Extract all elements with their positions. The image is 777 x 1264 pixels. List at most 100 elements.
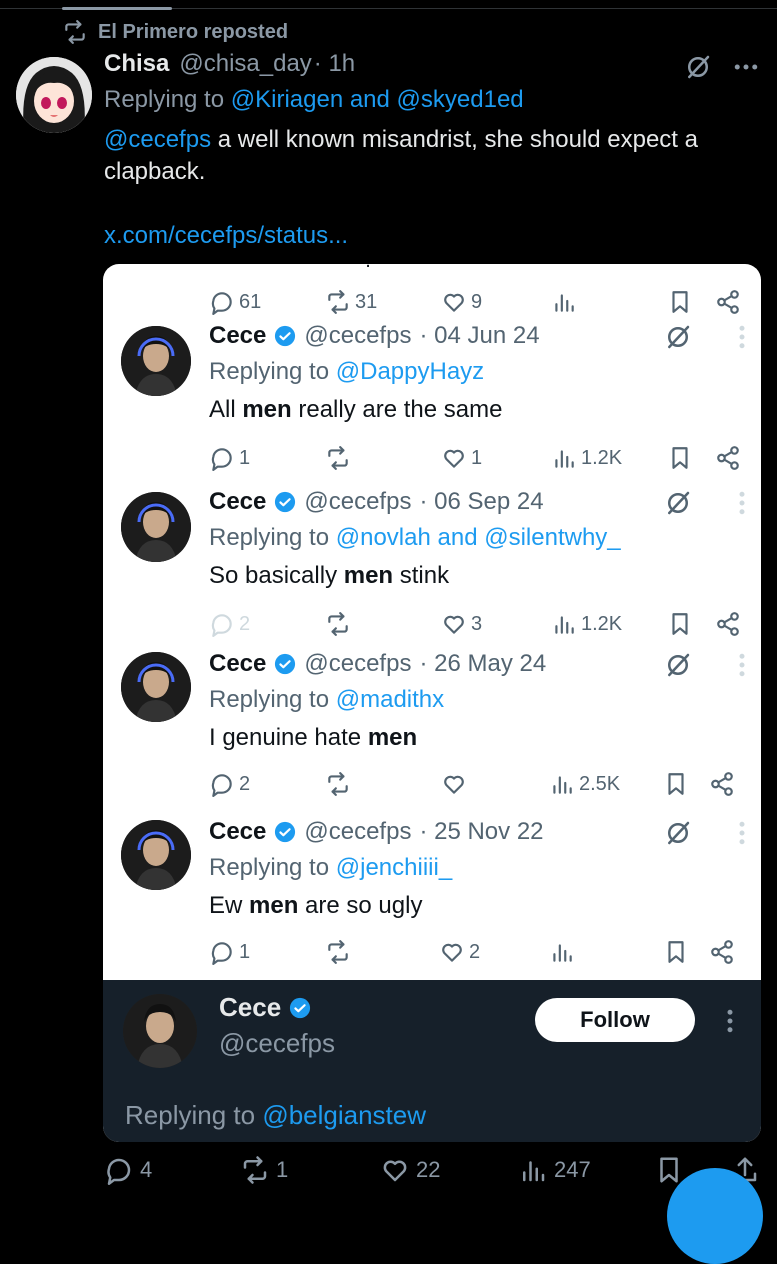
repost-button[interactable] (325, 442, 351, 474)
bookmark-button[interactable] (667, 608, 693, 640)
more-icon[interactable] (731, 52, 761, 82)
cut-off-text: - . (353, 264, 371, 273)
compose-fab[interactable] (667, 1168, 763, 1264)
profile-photo (121, 326, 191, 396)
repost-button[interactable]: 1 (240, 1152, 288, 1188)
verified-icon (275, 325, 296, 347)
grok-icon[interactable] (683, 52, 713, 82)
share-button[interactable] (715, 608, 741, 640)
like-button[interactable]: 9 (441, 286, 482, 318)
repost-button[interactable] (325, 768, 351, 800)
like-button[interactable]: 1 (441, 442, 482, 474)
repost-button[interactable]: 31 (325, 286, 377, 318)
views-button[interactable]: 247 (518, 1152, 591, 1188)
tweet-link[interactable]: x.com/cecefps/status... (104, 222, 348, 250)
reply-button[interactable]: 1 (209, 442, 250, 474)
views-button[interactable]: 1.2K (551, 442, 622, 474)
mention-link[interactable]: @cecefps (104, 126, 211, 153)
share-button[interactable] (715, 286, 741, 318)
top-divider (0, 7, 777, 10)
action-row: 1 1 1.2K (103, 442, 761, 474)
tweet-date[interactable]: · 26 May 24 (419, 650, 546, 678)
reply-mentions[interactable]: @Kiriagen and @skyed1ed (231, 86, 524, 113)
grok-icon[interactable] (663, 322, 693, 352)
grok-icon[interactable] (663, 818, 693, 848)
header-actions (683, 52, 761, 82)
author-name[interactable]: Chisa (104, 50, 169, 78)
replying-to: Replying to @belgianstew (125, 1100, 427, 1130)
tweet-text: Ew men are so ugly (209, 892, 423, 919)
more-icon[interactable] (727, 818, 757, 848)
more-icon[interactable] (727, 488, 757, 518)
repost-button[interactable] (325, 936, 351, 968)
reply-button[interactable]: 4 (104, 1152, 152, 1188)
reply-button[interactable]: 61 (209, 286, 261, 318)
repost-button[interactable] (325, 608, 351, 640)
author-name[interactable]: Cece (219, 992, 281, 1023)
reply-button[interactable]: 1 (209, 936, 250, 968)
reply-mention[interactable]: @jenchiiii_ (336, 854, 452, 881)
grok-icon[interactable] (663, 650, 693, 680)
avatar[interactable] (123, 994, 197, 1068)
author-name[interactable]: Cece (209, 818, 266, 846)
avatar[interactable] (121, 652, 191, 722)
reply-mention[interactable]: @madithx (336, 686, 444, 713)
reply-button[interactable]: 2 (209, 768, 250, 800)
reply-mention[interactable]: @novlah and @silentwhy_ (336, 524, 621, 551)
author-handle[interactable]: @cecefps (304, 818, 411, 846)
repost-icon (65, 20, 85, 44)
grok-icon[interactable] (663, 488, 693, 518)
tweet-body: @cecefps a well known misandrist, she sh… (104, 124, 744, 188)
verified-icon (275, 491, 296, 513)
author-name[interactable]: Cece (209, 322, 266, 350)
author-handle[interactable]: @cecefps (219, 1028, 335, 1059)
avatar[interactable] (16, 57, 92, 133)
like-button[interactable]: 2 (439, 936, 480, 968)
follow-button[interactable]: Follow (535, 998, 695, 1042)
share-button[interactable] (709, 936, 735, 968)
avatar[interactable] (121, 492, 191, 562)
like-button[interactable]: 22 (380, 1152, 440, 1188)
embedded-screenshot[interactable]: - . 61 31 9 Cece @cecefps · 04 Jun 24 Re… (103, 264, 761, 1142)
replying-to: Replying to @jenchiiii_ (209, 854, 453, 881)
share-button[interactable] (709, 768, 735, 800)
repost-context[interactable]: El Primero reposted (62, 18, 288, 46)
author-name[interactable]: Cece (209, 650, 266, 678)
more-icon[interactable] (727, 650, 757, 680)
tweet-date[interactable]: · 06 Sep 24 (419, 488, 543, 516)
views-button[interactable]: 2.5K (549, 768, 620, 800)
avatar[interactable] (121, 820, 191, 890)
profile-photo (121, 820, 191, 890)
more-icon[interactable] (715, 1006, 745, 1036)
more-icon[interactable] (727, 322, 757, 352)
action-row: 2 3 1.2K (103, 608, 761, 640)
action-row: 61 31 9 (103, 286, 761, 318)
tweet-time[interactable]: · 1h (314, 50, 355, 78)
views-button[interactable] (551, 286, 577, 318)
tweet-text: All men really are the same (209, 396, 503, 423)
replying-to: Replying to @DappyHayz (209, 358, 485, 385)
author-handle[interactable]: @cecefps (304, 488, 411, 516)
author-handle[interactable]: @chisa_day (179, 50, 311, 78)
bookmark-button[interactable] (663, 768, 689, 800)
views-button[interactable] (549, 936, 575, 968)
author-handle[interactable]: @cecefps (304, 650, 411, 678)
avatar[interactable] (121, 326, 191, 396)
tweet-date[interactable]: · 25 Nov 22 (419, 818, 543, 846)
author-handle[interactable]: @cecefps (304, 322, 411, 350)
share-button[interactable] (715, 442, 741, 474)
bookmark-button[interactable] (663, 936, 689, 968)
tweet-date[interactable]: · 04 Jun 24 (419, 322, 539, 350)
anime-avatar-image (16, 57, 92, 133)
bookmark-button[interactable] (667, 442, 693, 474)
reply-button[interactable]: 2 (209, 608, 250, 640)
views-button[interactable]: 1.2K (551, 608, 622, 640)
reply-mention[interactable]: @DappyHayz (336, 358, 484, 385)
tweet-text: I genuine hate men (209, 724, 418, 751)
author-name[interactable]: Cece (209, 488, 266, 516)
like-button[interactable]: 3 (441, 608, 482, 640)
bookmark-button[interactable] (667, 286, 693, 318)
like-button[interactable] (441, 768, 467, 800)
reply-mention[interactable]: @belgianstew (262, 1100, 426, 1130)
profile-photo (121, 652, 191, 722)
